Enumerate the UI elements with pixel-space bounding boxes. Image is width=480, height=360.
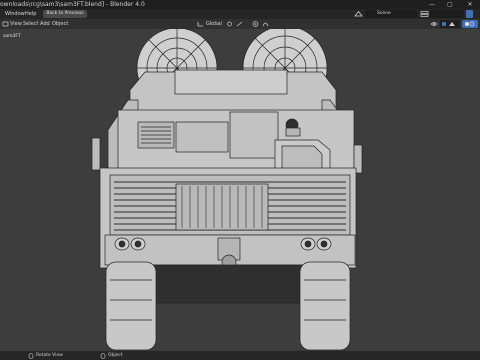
pivot-point-icon[interactable] (226, 20, 233, 28)
maximize-button[interactable]: ▢ (442, 0, 458, 9)
status-object: Object (108, 353, 123, 358)
editor-type-accent[interactable] (466, 10, 473, 18)
mouse-right-icon (100, 352, 106, 359)
proportional-falloff-icon[interactable] (262, 20, 269, 28)
back-to-previous-button[interactable]: Back to Previous (43, 10, 87, 18)
back-to-previous-label: Back to Previous (46, 11, 84, 16)
overlays-icon (465, 21, 475, 27)
scene-name: Scene (377, 11, 391, 16)
window-title: ownloads\rcg\sam3\sam3FT.blend] - Blende… (0, 1, 145, 8)
scene-icon[interactable] (354, 10, 363, 18)
view-layer-icon[interactable] (420, 10, 429, 18)
header-menu-object[interactable]: Object (52, 19, 68, 29)
right-wheel (299, 261, 351, 351)
transform-orientation-icon[interactable] (196, 20, 205, 28)
top-menu-bar: Window Help Back to Previous Scene (0, 9, 480, 19)
minimize-button[interactable]: — (424, 0, 440, 9)
viewport-header: View Select Add Object Global (0, 19, 480, 29)
viewport-gizmo-toggles[interactable] (440, 20, 460, 28)
menu-help[interactable]: Help (25, 9, 36, 19)
close-button[interactable]: ✕ (462, 0, 478, 9)
status-bar: Rotate View Object (0, 351, 480, 360)
snap-icon[interactable] (236, 20, 243, 28)
left-wheel (105, 261, 157, 351)
header-menu-select[interactable]: Select (23, 19, 38, 29)
mouse-middle-icon (28, 352, 34, 359)
vehicle-model[interactable] (0, 29, 480, 351)
gizmo-icon (442, 22, 455, 26)
proportional-editing-icon[interactable] (252, 20, 259, 28)
status-rotate-view: Rotate View (36, 353, 63, 358)
scene-selector[interactable]: Scene (365, 10, 417, 18)
3d-viewport[interactable]: sam3FT (0, 29, 480, 351)
menu-window[interactable]: Window (5, 9, 25, 19)
header-menu-view[interactable]: View (10, 19, 22, 29)
visibility-icon[interactable] (430, 20, 438, 28)
header-menu-add[interactable]: Add (40, 19, 50, 29)
window-titlebar: ownloads\rcg\sam3\sam3FT.blend] - Blende… (0, 0, 480, 9)
view-layer-selector[interactable] (430, 10, 464, 18)
transform-orientation-value[interactable]: Global (206, 19, 222, 29)
editor-type-icon[interactable] (2, 20, 9, 28)
viewport-overlays-toggle[interactable] (462, 20, 478, 28)
